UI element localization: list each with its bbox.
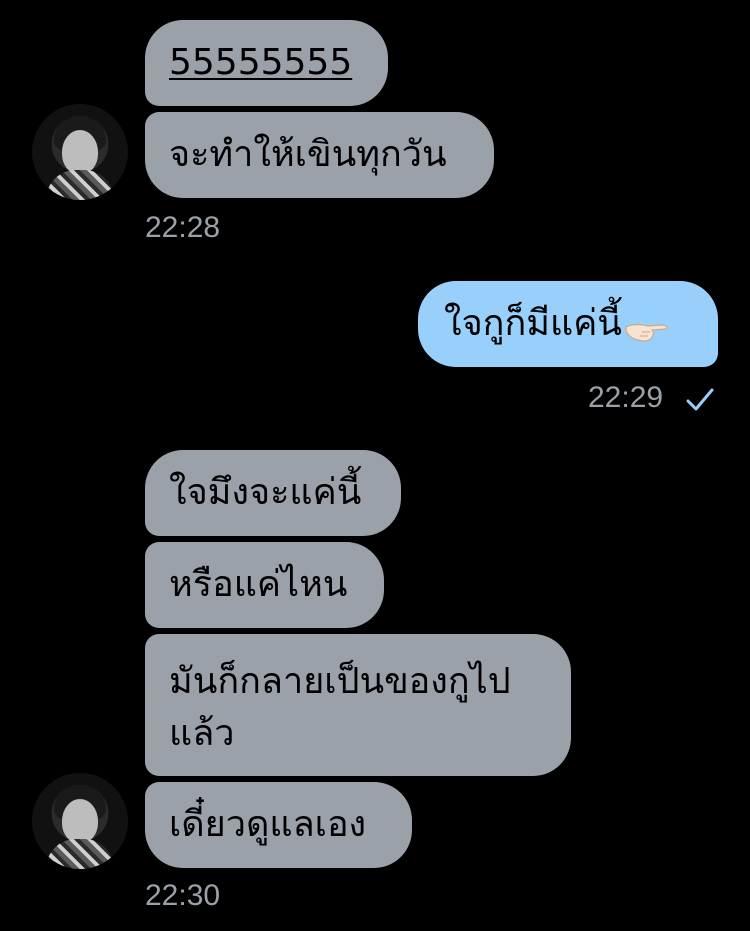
message-bubble[interactable]: ใจมึงจะแค่นี้ — [145, 450, 401, 536]
message-text: หรือแค่ไหน — [169, 564, 348, 605]
message-bubble[interactable]: มันก็กลายเป็นของกูไป แล้ว — [145, 634, 571, 776]
message-text: มันก็กลายเป็นของกูไป — [169, 661, 511, 702]
contact-avatar[interactable] — [32, 773, 128, 869]
message-text: ใจมึงจะแค่นี้ — [169, 472, 362, 513]
message-bubble[interactable]: หรือแค่ไหน — [145, 542, 384, 628]
message-text: เดี๋ยวดูแลเอง — [169, 804, 367, 845]
check-icon — [686, 388, 714, 411]
pointing-hand-emoji — [624, 308, 670, 342]
message-bubble-outgoing[interactable]: ใจกูก็มีแค่นี้ — [418, 281, 718, 367]
message-timestamp: 22:28 — [145, 211, 221, 244]
contact-avatar[interactable] — [32, 104, 128, 200]
message-timestamp: 22:30 — [145, 879, 221, 912]
message-bubble[interactable]: 55555555 — [145, 20, 388, 106]
message-timestamp: 22:29 — [588, 381, 664, 414]
message-bubble[interactable]: จะทำให้เขินทุกวัน — [145, 112, 494, 198]
message-text: จะทำให้เขินทุกวัน — [169, 134, 447, 175]
message-text: ใจกูก็มีแค่นี้ — [444, 303, 622, 344]
message-text: แล้ว — [169, 713, 235, 754]
message-text-link[interactable]: 55555555 — [169, 42, 352, 83]
message-bubble[interactable]: เดี๋ยวดูแลเอง — [145, 782, 412, 868]
